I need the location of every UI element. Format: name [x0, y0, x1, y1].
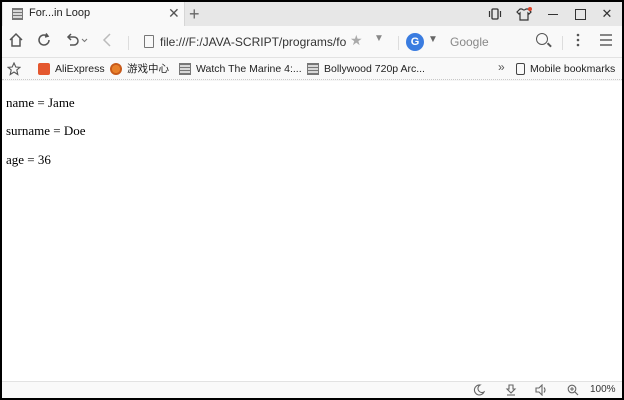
hamburger-menu-icon[interactable] [596, 32, 616, 52]
output-line: surname = Doe [6, 123, 86, 138]
toolbar-separator [128, 36, 129, 50]
reload-icon[interactable] [34, 32, 54, 52]
bookmark-star-icon[interactable] [6, 61, 22, 77]
output-line: age = 36 [6, 152, 51, 167]
tab-active[interactable]: For...in Loop ✕ [3, 2, 185, 26]
address-bar[interactable]: file:///F:/JAVA-SCRIPT/programs/for. ★ ▼ [138, 31, 394, 53]
toolbar-separator [398, 36, 399, 50]
chevron-down-icon[interactable]: ▼ [428, 34, 438, 45]
star-icon[interactable]: ★ [350, 32, 363, 49]
document-icon [179, 63, 191, 76]
mobile-icon [516, 63, 525, 76]
game-center-icon [110, 63, 122, 76]
bookmark-watch-the-marine[interactable]: Watch The Marine 4:... [179, 61, 302, 77]
document-icon [307, 63, 319, 76]
search-engine-icon[interactable]: G [406, 33, 424, 51]
bookmark-label: Bollywood 720p Arc... [324, 63, 425, 75]
bookmark-game-center[interactable]: 游戏中心 [110, 61, 169, 77]
tab-strip: For...in Loop ✕ + ✕ [2, 2, 622, 26]
undo-icon[interactable] [64, 32, 90, 52]
zoom-icon[interactable] [566, 384, 580, 397]
sound-icon[interactable] [535, 383, 549, 397]
search-box[interactable]: G ▼ Google [402, 31, 554, 53]
mobile-bookmarks[interactable]: Mobile bookmarks [516, 61, 615, 77]
close-window-button[interactable]: ✕ [592, 2, 622, 26]
minimize-button[interactable] [538, 2, 568, 26]
tab-title: For...in Loop [29, 7, 91, 19]
more-bookmarks-button[interactable]: » [498, 60, 505, 74]
bookmark-label: Watch The Marine 4:... [196, 63, 302, 75]
bookmark-aliexpress[interactable]: AliExpress [38, 61, 105, 77]
download-icon[interactable] [504, 384, 518, 397]
page-content: name = Jame surname = Doe age = 36 [2, 81, 622, 381]
bookmark-bollywood[interactable]: Bollywood 720p Arc... [307, 61, 425, 77]
url-text[interactable]: file:///F:/JAVA-SCRIPT/programs/for. [160, 35, 346, 49]
new-tab-button[interactable]: + [189, 2, 200, 26]
aliexpress-icon [38, 63, 50, 76]
home-icon[interactable] [6, 32, 26, 52]
back-arrow-icon[interactable] [98, 32, 118, 52]
bookmark-label: 游戏中心 [127, 63, 169, 75]
more-vertical-icon[interactable] [568, 32, 588, 52]
page-icon [144, 35, 154, 48]
shirt-icon[interactable] [509, 2, 539, 26]
browser-window: For...in Loop ✕ + ✕ file:///F:/JAVA-SCRI… [2, 2, 622, 398]
output-line: name = Jame [6, 95, 75, 110]
search-input[interactable]: Google [450, 35, 489, 49]
bookmarks-bar: AliExpress 游戏中心 Watch The Marine 4:... B… [2, 58, 622, 80]
toolbar-separator [562, 36, 563, 50]
status-bar: 100% [2, 381, 622, 398]
bookmark-label: AliExpress [55, 63, 105, 75]
search-icon[interactable] [536, 33, 548, 45]
vibrate-icon[interactable] [480, 2, 510, 26]
zoom-level[interactable]: 100% [590, 384, 616, 395]
bookmark-label: Mobile bookmarks [530, 63, 616, 75]
chevron-down-icon[interactable]: ▼ [374, 33, 384, 44]
document-icon [12, 8, 23, 20]
night-mode-icon[interactable] [472, 384, 486, 397]
navigation-toolbar: file:///F:/JAVA-SCRIPT/programs/for. ★ ▼… [2, 26, 622, 58]
maximize-button[interactable] [565, 2, 595, 26]
close-tab-icon[interactable]: ✕ [168, 5, 180, 22]
